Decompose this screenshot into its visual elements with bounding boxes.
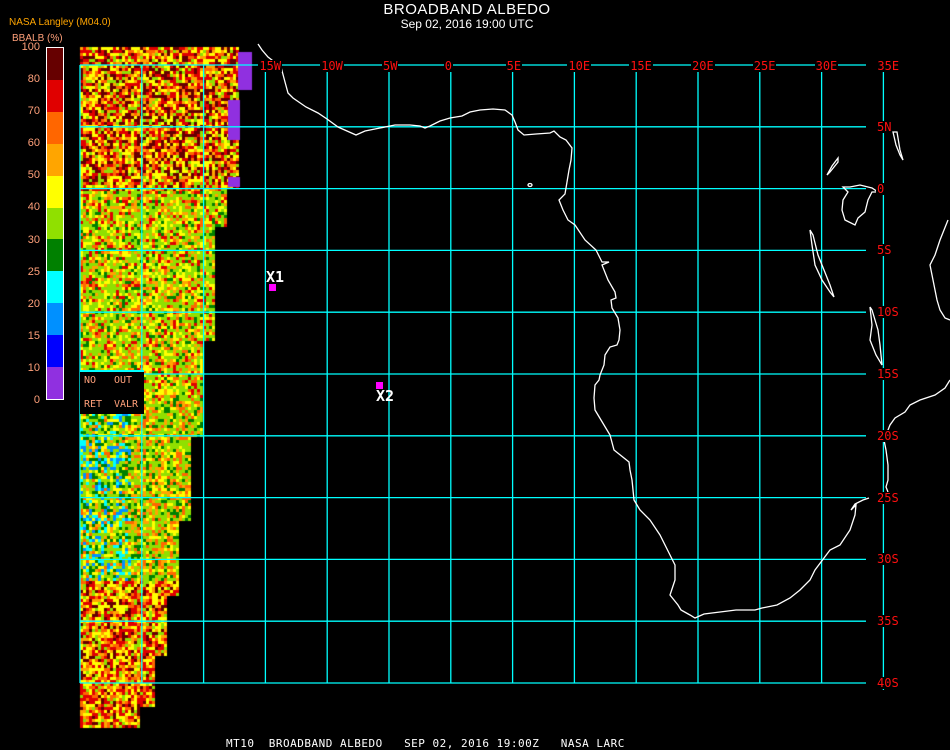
latitude-label: 25S [876,490,900,505]
latitude-label: 0 [876,181,886,196]
albedo-map-view: BROADBAND ALBEDO Sep 02, 2016 19:00 UTC … [0,0,950,750]
latitude-label: 5N [876,119,893,134]
colorbar-tick-label: 20 [27,297,40,310]
colorbar-tick-label: 60 [27,137,40,150]
colorbar-tick-label: 25 [27,265,40,278]
marker-x2-label: X2 [376,387,395,405]
colorbar-segment [47,143,63,176]
latitude-label: 5S [876,243,893,258]
lake-albert [826,156,839,176]
ret-label: RET [84,399,103,410]
latitude-label: 20S [876,428,900,443]
island [527,182,533,188]
longitude-label: 0 [443,59,454,73]
colorbar-tick-label: 70 [27,105,40,118]
africa-east-coast-north [929,219,950,321]
lake-victoria [841,184,881,226]
coastlines [257,43,950,619]
marker-x1-label: X1 [266,268,285,286]
lake-tanganyika [809,229,835,298]
colorbar-segment [47,239,63,272]
colorbar-tick-label: 100 [21,41,40,53]
map-title: BROADBAND ALBEDO [383,1,551,18]
africa-west-coast [257,43,870,619]
colorbar-tick-label: 80 [27,73,40,86]
longitude-label: 15W [258,59,283,73]
colorbar-segment [47,48,63,80]
colorbar-segment [47,79,63,112]
colorbar-segment [47,335,63,368]
longitude-label: 15E [629,59,653,73]
latitude-label: 40S [876,676,900,690]
longitude-label: 5W [382,59,399,73]
longitude-label: 30E [814,59,839,73]
colorbar-tick-label: 50 [27,169,40,182]
lake-turkana [892,131,904,161]
colorbar-segment [47,111,63,144]
latitude-label: 15S [876,367,900,381]
colorbar [46,47,64,400]
data-source-label: NASA Langley (M04.0) [9,17,111,28]
longitude-label: 10W [320,59,344,73]
colorbar-segment [47,271,63,304]
longitude-label: 20E [691,59,715,73]
colorbar-tick-label: 40 [27,201,40,214]
longitude-label: 5E [505,59,523,73]
colorbar-segment [47,175,63,208]
out-label: OUT [114,375,133,386]
colorbar-tick-label: 0 [33,394,40,406]
latitude-label: 10S [876,305,900,320]
lat-lon-grid [79,64,885,690]
longitude-label: 35E [876,59,901,73]
colorbar-tick-label: 30 [27,233,40,246]
no-label: NO [84,375,97,386]
colorbar-segment [47,207,63,240]
no-retrieval-legend-box: NO OUT RET VALR [80,370,144,414]
latitude-label: 35S [876,614,900,629]
colorbar-segment [47,367,63,399]
valr-label: VALR [114,399,139,410]
latitude-label: 30S [876,552,900,567]
longitude-label: 25E [752,59,777,73]
footer-caption: MT10 BROADBAND ALBEDO SEP 02, 2016 19:00… [226,737,625,750]
longitude-label: 10E [567,59,592,73]
colorbar-tick-label: 15 [27,329,40,342]
colorbar-tick-label: 10 [27,361,40,374]
map-timestamp: Sep 02, 2016 19:00 UTC [400,17,534,31]
colorbar-segment [47,303,63,336]
